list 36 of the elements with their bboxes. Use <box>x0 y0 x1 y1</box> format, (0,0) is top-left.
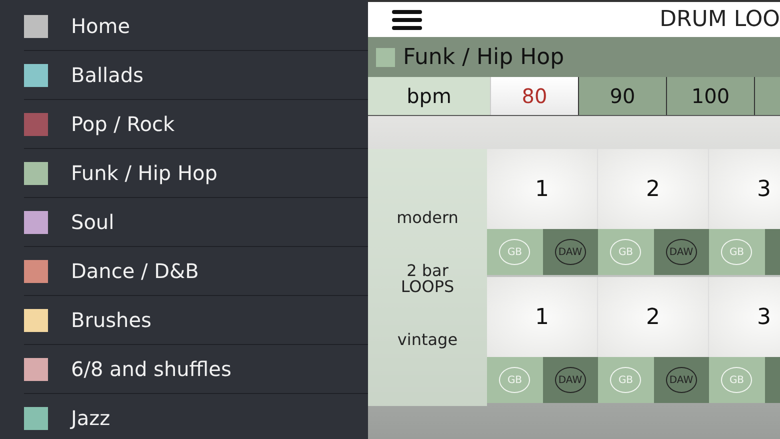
sidebar-item[interactable]: Soul <box>24 198 368 247</box>
loop-label: modern <box>396 210 460 226</box>
sidebar-item-label: Brushes <box>71 308 152 332</box>
loop-pad[interactable]: 1 <box>487 277 598 357</box>
sidebar-item-label: Pop / Rock <box>71 112 175 136</box>
loop-pad[interactable]: 2 <box>598 149 709 229</box>
sidebar-item[interactable]: Dance / D&B <box>24 247 368 296</box>
export-button[interactable]: DAW <box>666 367 697 393</box>
sidebar-item[interactable]: Brushes <box>24 296 368 345</box>
export-button[interactable]: DAW <box>554 367 586 393</box>
sidebar-item[interactable]: 6/8 and shuffles <box>24 345 368 394</box>
sidebar-item[interactable]: Funk / Hip Hop <box>24 149 368 198</box>
sidebar-item-label: Jazz <box>71 406 110 430</box>
bpm-label: bpm <box>368 77 490 115</box>
export-button[interactable]: DAW <box>554 239 586 265</box>
category-title: Funk / Hip Hop <box>403 44 564 70</box>
loop-label: 2 bar LOOPS <box>400 262 456 294</box>
sidebar-item[interactable]: Pop / Rock <box>24 100 368 149</box>
sidebar-item[interactable]: Jazz <box>24 394 368 439</box>
loop-pad[interactable]: 1 <box>487 149 598 229</box>
sidebar-item[interactable]: Ballads <box>24 51 368 100</box>
loop-pad[interactable]: 3 <box>709 149 780 229</box>
export-button[interactable]: DAW <box>666 239 697 265</box>
menu-icon[interactable] <box>392 8 422 30</box>
sidebar-item-label: Home <box>71 14 130 38</box>
sidebar-item-label: Funk / Hip Hop <box>71 161 218 185</box>
bpm-tab[interactable]: 80 <box>490 77 578 115</box>
loop-pad[interactable]: 2 <box>598 277 709 357</box>
sidebar-item-label: 6/8 and shuffles <box>71 357 232 381</box>
sidebar-item-label: Ballads <box>71 63 144 87</box>
loop-label: vintage <box>396 332 459 348</box>
app-title: DRUM LOO <box>660 7 780 32</box>
loop-pad[interactable]: 3 <box>709 277 780 357</box>
sidebar-item[interactable]: Home <box>24 2 368 51</box>
sidebar-item-label: Dance / D&B <box>71 259 199 283</box>
sidebar-item-label: Soul <box>71 210 114 234</box>
